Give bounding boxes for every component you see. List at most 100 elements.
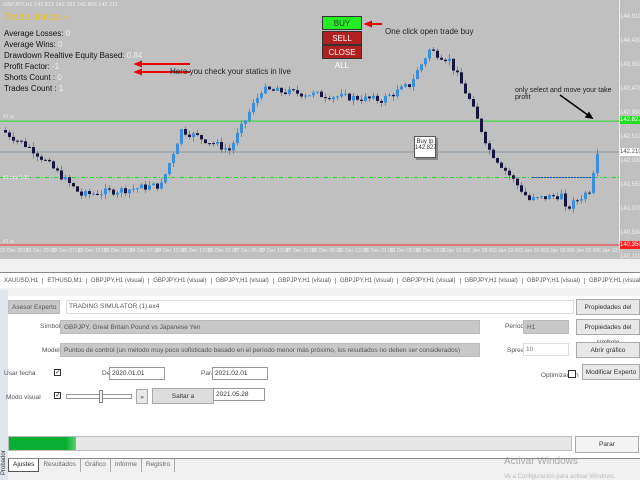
speed-slider[interactable] xyxy=(66,390,132,403)
candle-body xyxy=(88,191,91,195)
visual-mode-checkbox[interactable]: ✓ xyxy=(54,392,61,399)
candle-body xyxy=(320,91,323,98)
candles xyxy=(0,20,619,246)
chart-tab[interactable]: GBPJPY,H1 (visual) xyxy=(212,277,274,284)
candle-body xyxy=(452,58,455,71)
stat-row: Average Wins: 0 xyxy=(4,40,63,49)
candle-body xyxy=(464,83,467,94)
speed-slider-handle[interactable] xyxy=(99,390,103,403)
candle-body xyxy=(40,156,43,160)
tp-line-label: #1 tp xyxy=(3,114,15,120)
expert-select[interactable]: TRADING SIMULATOR (1).ex4 xyxy=(66,300,574,314)
candle-body xyxy=(356,95,359,100)
stat-value: 0 xyxy=(58,40,63,49)
candle-body xyxy=(388,94,391,97)
stop-button[interactable]: Parar xyxy=(575,436,639,453)
symbol-properties-button[interactable]: Propiedades del símbolo xyxy=(576,319,640,346)
modify-expert-button[interactable]: Modificar Experto xyxy=(582,364,640,380)
candle-body xyxy=(384,96,387,103)
candle-body xyxy=(444,59,447,62)
tester-tab[interactable]: Ajustes xyxy=(8,459,40,472)
chart-tab[interactable]: GBPJPY,H1 (visual) xyxy=(336,277,399,284)
stats-title: Trade statics -- xyxy=(4,12,71,23)
chart-window[interactable]: GBPJPY,H1 142.813 142.283 142.806 142.21… xyxy=(0,0,640,260)
candle-body xyxy=(116,192,119,195)
chart-tab[interactable]: GBPJPY,H1 (visual) xyxy=(87,277,150,284)
candle-body xyxy=(196,133,199,136)
time-tick: 23 Dec 23:00 xyxy=(104,248,134,254)
close-all-button[interactable]: CLOSE ALL xyxy=(322,45,362,70)
chart-tab[interactable]: XAUUSD,H1 xyxy=(0,277,44,284)
tester-tab[interactable]: Resultados xyxy=(39,459,81,472)
chart-tab[interactable]: GBPJPY,H1 (visual) xyxy=(398,277,461,284)
candle-body xyxy=(376,95,379,101)
sell-button[interactable]: SELL xyxy=(322,31,362,45)
candle-body xyxy=(460,72,463,84)
candle-body xyxy=(400,86,403,90)
candle-body xyxy=(428,49,431,59)
chart-tab[interactable]: GBPJPY,H1 (visual) xyxy=(274,277,337,284)
model-select[interactable]: Puntos de control (un método muy poco so… xyxy=(60,343,480,357)
candle-body xyxy=(364,96,367,101)
optimization-checkbox[interactable] xyxy=(568,370,576,378)
chart-tabs: XAUUSD,H1 ETHUSD,M1 GBPJPY,H1 (visual) GBPJ… xyxy=(0,272,640,288)
candle-body xyxy=(240,123,243,133)
chart-tab[interactable]: GBPJPY,H1 (visual) xyxy=(149,277,212,284)
expert-properties-button[interactable]: Propiedades del experto xyxy=(576,299,640,326)
candle-body xyxy=(288,89,291,95)
tester-tab[interactable]: Registro xyxy=(142,459,176,472)
candle-body xyxy=(408,84,411,87)
chart-tab[interactable]: GBPJPY,H1 (visual) xyxy=(585,278,640,284)
candle-body xyxy=(76,186,79,192)
stat-label: Trades Count : xyxy=(4,84,57,93)
to-date-input[interactable]: 2021.02.01 xyxy=(212,367,268,380)
period-select[interactable]: H1 xyxy=(523,320,569,334)
skip-date-input[interactable]: 2021.05.28 xyxy=(213,388,265,401)
stat-row: Average Losses: 0 xyxy=(4,29,70,38)
skip-forward-button[interactable]: » xyxy=(136,389,148,404)
open-chart-button[interactable]: Abrir gráfico xyxy=(576,342,640,358)
buy-button[interactable]: BUY xyxy=(322,16,362,30)
stat-row: Profit Factor: -1 xyxy=(4,62,59,71)
candle-body xyxy=(92,193,95,195)
spread-input[interactable]: 10 xyxy=(523,343,569,356)
candle-body xyxy=(228,148,231,151)
candle-body xyxy=(488,143,491,150)
from-date-input[interactable]: 2020.01.01 xyxy=(109,367,165,380)
tp-tooltip: Buy tp 142.827 xyxy=(414,136,437,158)
candle-body xyxy=(596,153,599,174)
use-date-checkbox[interactable]: ✓ xyxy=(54,369,61,376)
tester-tab[interactable]: Informe xyxy=(111,459,142,472)
skip-to-button[interactable]: Saltar a xyxy=(152,388,214,404)
candle-body xyxy=(104,188,107,195)
stat-value: 0 xyxy=(57,73,62,82)
note-buy: One click open trade buy xyxy=(385,27,474,36)
candle-body xyxy=(284,92,287,95)
candle-body xyxy=(36,153,39,157)
time-tick: 30 Dec 13:00 xyxy=(338,248,368,254)
candle-body xyxy=(108,188,111,190)
sl-price-tag: 140.350 xyxy=(620,241,640,249)
chart-tab[interactable]: ETHUSD,M1 xyxy=(43,277,88,284)
candle-body xyxy=(432,49,435,51)
chart-tab[interactable]: GBPJPY,H1 (visual) xyxy=(523,277,586,284)
symbol-select[interactable]: GBPJPY, Great Britain Pound vs Japanese … xyxy=(60,320,480,334)
stat-label: Shorts Count : xyxy=(4,73,56,82)
candle-body xyxy=(496,158,499,163)
candle-body xyxy=(256,97,259,104)
tester-tab[interactable]: Gráfico xyxy=(81,459,111,472)
chart-tab[interactable]: GBPJPY,H1 (visual) xyxy=(461,277,523,284)
time-tick: 30 Dec 05:00 xyxy=(312,248,342,254)
type-select[interactable]: Asesor Experto xyxy=(8,300,60,314)
stat-row: Trades Count : 1 xyxy=(4,84,63,93)
candle-body xyxy=(324,97,327,99)
time-tick: 27 Dec 05:00 xyxy=(234,248,264,254)
stat-label: Drawdown Realtive Equity Based: xyxy=(4,51,125,60)
candle-body xyxy=(112,189,115,195)
chart-plot[interactable]: GBPJPY,H1 142.813 142.283 142.806 142.21… xyxy=(0,0,620,248)
candle-body xyxy=(564,193,567,207)
candle-body xyxy=(440,57,443,60)
candle-body xyxy=(480,118,483,132)
time-tick: 24 Dec 07:00 xyxy=(130,248,160,254)
stat-label: Average Losses: xyxy=(4,29,64,38)
